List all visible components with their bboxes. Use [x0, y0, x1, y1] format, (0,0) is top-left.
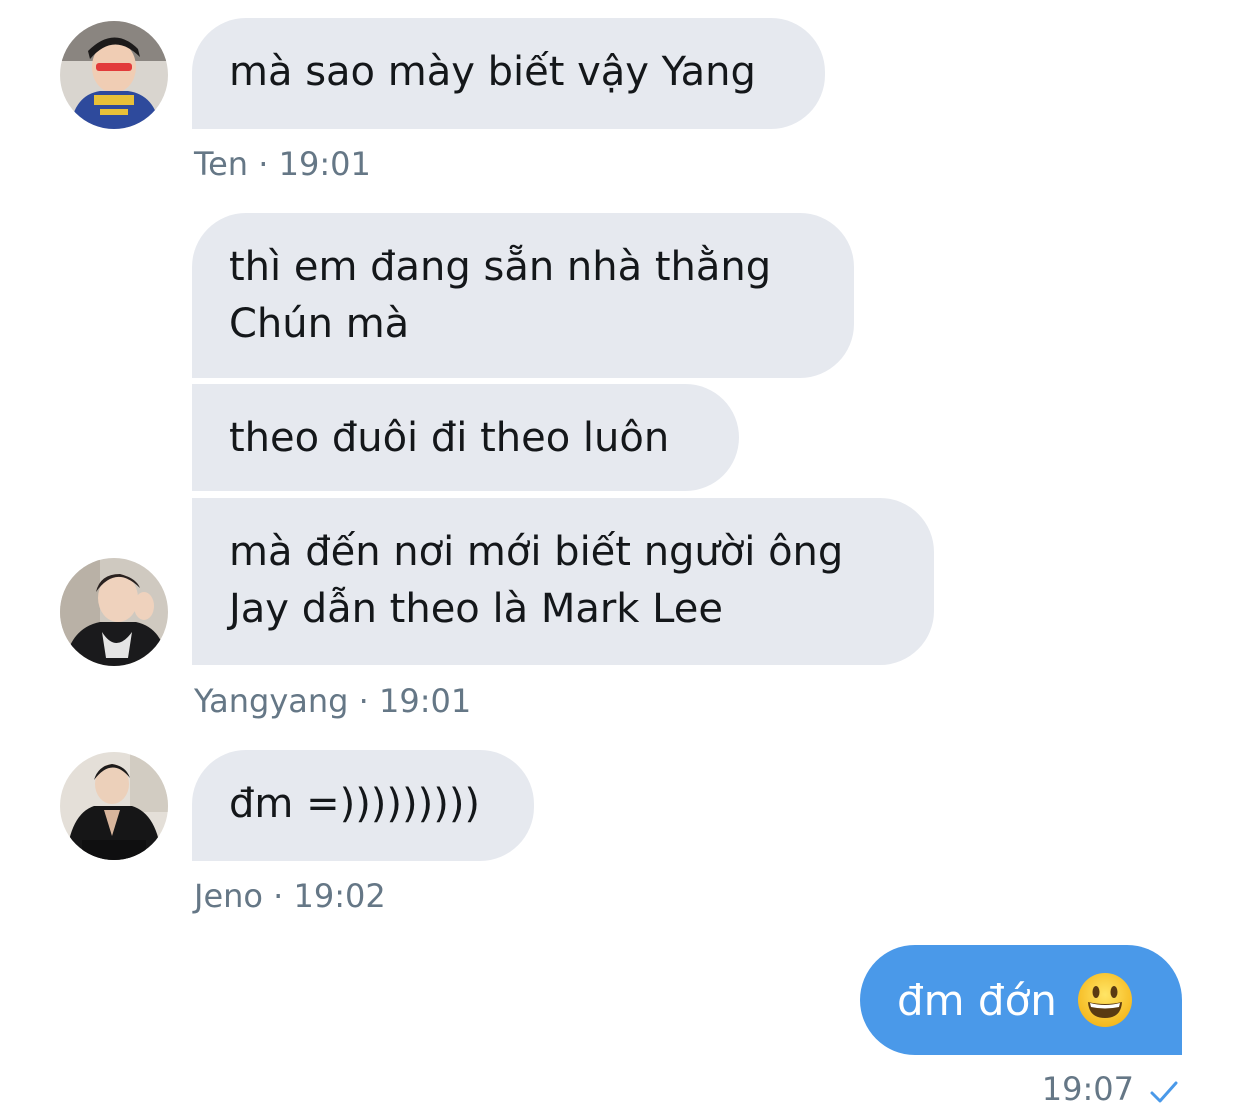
message-text: theo đuôi đi theo luôn: [229, 415, 670, 461]
avatar-jeno[interactable]: [60, 752, 168, 860]
message-bubble[interactable]: mà sao mày biết vậy Yang: [192, 18, 825, 129]
sent-message-time: 19:07: [1041, 1070, 1134, 1108]
message-meta-yangyang: Yangyang · 19:01: [194, 682, 472, 720]
message-meta-ten: Ten · 19:01: [194, 145, 371, 183]
message-bubble[interactable]: thì em đang sẵn nhà thằng Chún mà: [192, 213, 854, 378]
sent-message-text: đm đớn: [897, 975, 1057, 1025]
avatar-ten[interactable]: [60, 21, 168, 129]
message-bubble[interactable]: theo đuôi đi theo luôn: [192, 384, 739, 491]
check-icon: [1150, 1081, 1178, 1103]
grinning-face-emoji-icon: [1077, 972, 1133, 1028]
message-text: mà đến nơi mới biết người ông: [229, 529, 844, 575]
message-bubble[interactable]: mà đến nơi mới biết người ông Jay dẫn th…: [192, 498, 934, 665]
avatar-yangyang[interactable]: [60, 558, 168, 666]
message-text: Jay dẫn theo là Mark Lee: [229, 586, 723, 632]
message-meta-jeno: Jeno · 19:02: [194, 877, 386, 915]
message-bubble[interactable]: đm =))))))))): [192, 750, 534, 861]
message-text: Chún mà: [229, 301, 410, 347]
message-text: thì em đang sẵn nhà thằng: [229, 244, 772, 290]
message-text: mà sao mày biết vậy Yang: [229, 49, 756, 95]
message-text: đm =))))))))): [229, 781, 481, 827]
sent-message-bubble[interactable]: đm đớn: [860, 945, 1182, 1055]
